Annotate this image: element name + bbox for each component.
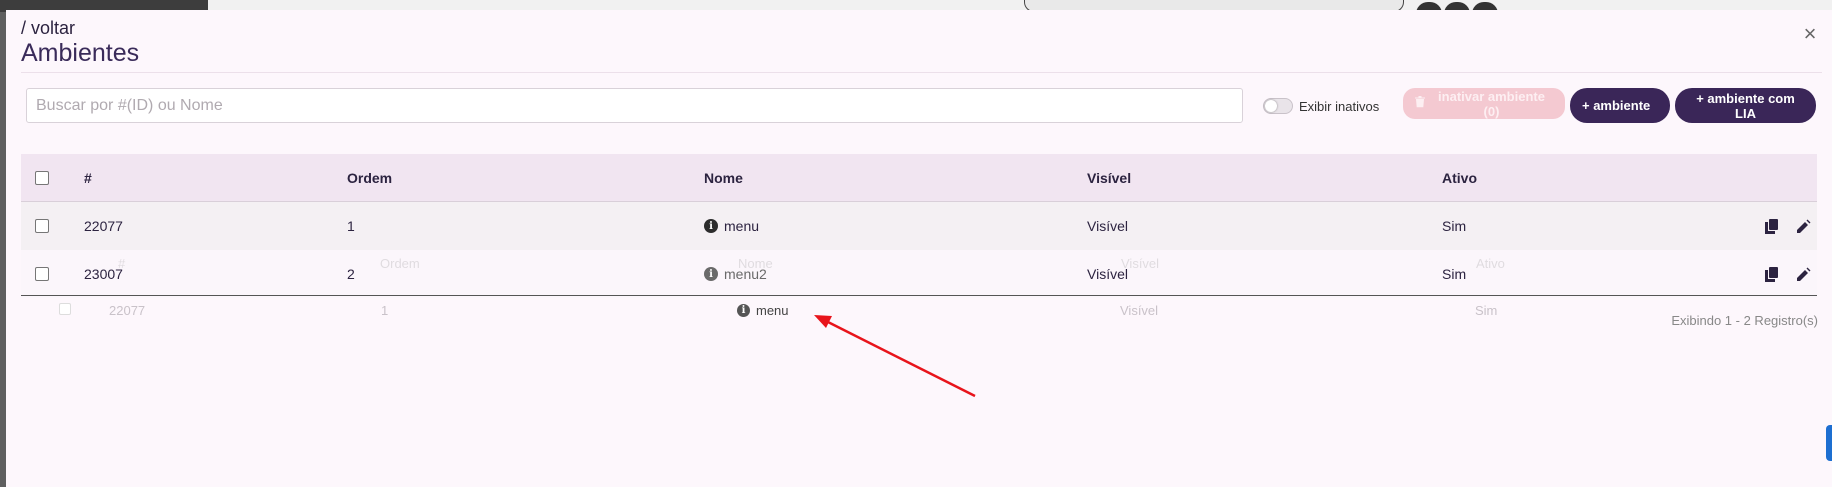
select-all-cell	[35, 154, 49, 202]
drag-visivel: Visível	[1120, 303, 1159, 318]
trash-icon	[1415, 96, 1425, 111]
add-ambiente-label: + ambiente	[1582, 98, 1651, 113]
column-header-ordem[interactable]: Ordem	[347, 154, 392, 202]
column-header-visivel[interactable]: Visível	[1087, 154, 1131, 202]
pencil-icon[interactable]	[1795, 218, 1811, 234]
add-ambiente-lia-label: + ambiente com LIA	[1696, 90, 1795, 121]
row-nome: menu	[724, 218, 760, 234]
drag-ordem: 1	[381, 303, 389, 318]
ghost-header-ativo: Ativo	[1476, 256, 1505, 271]
info-circle-icon[interactable]: i	[704, 219, 718, 233]
ghost-header-nome: Nome	[738, 256, 773, 271]
ghost-header-visivel: Visível	[1121, 256, 1160, 271]
records-count: Exibindo 1 - 2 Registro(s)	[1671, 313, 1818, 328]
ambientes-modal: × / voltar Ambientes Exibir inativos ina…	[6, 10, 1832, 487]
column-header-id[interactable]: #	[84, 154, 92, 202]
toggle-switch[interactable]	[1263, 98, 1293, 114]
info-circle-icon: i	[737, 304, 750, 317]
row-ordem: 1	[347, 218, 355, 234]
row-nome-cell: i menu	[704, 202, 759, 250]
select-all-checkbox[interactable]	[35, 171, 49, 185]
side-panel-tab[interactable]	[1826, 425, 1832, 461]
column-header-nome[interactable]: Nome	[704, 154, 743, 202]
copy-icon[interactable]	[1763, 218, 1779, 234]
table-header: # Ordem Nome Visível Ativo	[21, 154, 1817, 202]
ghost-header-ordem: Ordem	[380, 256, 420, 271]
search-input[interactable]	[26, 88, 1243, 123]
toggle-label: Exibir inativos	[1299, 98, 1380, 114]
row-visivel: Visível	[1087, 218, 1128, 234]
add-ambiente-lia-button[interactable]: + ambiente com LIA	[1675, 88, 1816, 123]
row-select-cell	[35, 202, 49, 250]
add-ambiente-button[interactable]: + ambiente	[1570, 88, 1670, 123]
ghost-header-id: #	[118, 256, 126, 271]
inactivate-button[interactable]: inativar ambiente (0)	[1403, 88, 1565, 119]
show-inactive-toggle[interactable]: Exibir inativos	[1263, 98, 1379, 114]
drag-id: 22077	[109, 303, 146, 318]
drag-ativo: Sim	[1475, 303, 1498, 318]
drag-nome: menu	[756, 303, 789, 318]
row-ativo: Sim	[1442, 218, 1467, 234]
row-checkbox[interactable]	[35, 219, 49, 233]
back-link[interactable]: / voltar	[21, 18, 75, 39]
table-row[interactable]: 22077 1 i menu Visível Sim	[21, 202, 1817, 250]
inactivate-label: inativar ambiente (0)	[1438, 88, 1545, 119]
toggle-knob	[1265, 100, 1277, 112]
drag-preview-row[interactable]: 22077 1 i menu Visível Sim	[21, 295, 1817, 323]
drag-nome-cell: i menu	[737, 303, 789, 318]
column-header-ativo[interactable]: Ativo	[1442, 154, 1477, 202]
row-actions	[1763, 202, 1811, 250]
drag-checkbox	[59, 303, 71, 318]
title-divider	[21, 72, 1822, 73]
row-id: 22077	[84, 218, 123, 234]
drag-ghost-header: # Ordem Nome Visível Ativo	[28, 248, 1824, 278]
page-title: Ambientes	[21, 39, 140, 67]
close-button[interactable]: ×	[1800, 23, 1820, 45]
